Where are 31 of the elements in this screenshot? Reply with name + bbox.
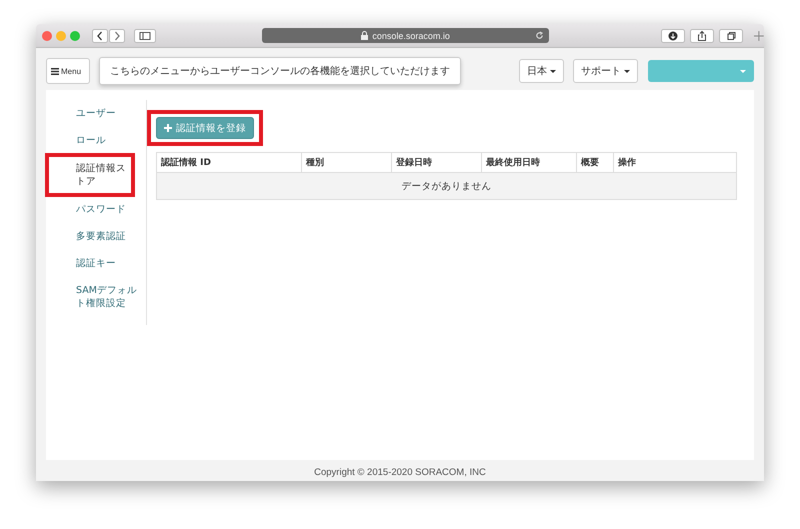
caret-icon: [550, 70, 556, 72]
download-icon[interactable]: [661, 28, 686, 42]
url-text: console.soracom.io: [372, 30, 450, 40]
sidebar-item[interactable]: 多要素認証: [58, 223, 146, 250]
sidebar-item[interactable]: SAMデフォルト権限設定: [58, 277, 146, 317]
copyright-text: Copyright © 2015-2020 SORACOM, INC: [313, 467, 487, 479]
caret-icon: [740, 70, 746, 72]
new-tab-icon[interactable]: [754, 30, 764, 40]
sidebar-item[interactable]: ロール: [58, 127, 146, 154]
back-icon[interactable]: [92, 28, 108, 42]
address-bar[interactable]: console.soracom.io: [262, 28, 550, 43]
plus-icon: [164, 124, 172, 132]
tooltip: こちらのメニューからユーザーコンソールの各機能を選択していただけます: [99, 57, 461, 85]
share-icon[interactable]: [690, 28, 714, 42]
close-icon[interactable]: [42, 30, 52, 40]
language-dropdown[interactable]: 日本: [519, 59, 564, 83]
reload-icon[interactable]: [535, 31, 544, 40]
sidebar-item[interactable]: ユーザー: [58, 100, 146, 127]
empty-message: データがありません: [157, 172, 736, 199]
menu-button[interactable]: Menu: [46, 58, 90, 84]
sidebar-item[interactable]: パスワード: [58, 196, 146, 223]
menu-icon: [51, 68, 59, 74]
forward-icon[interactable]: [109, 28, 125, 42]
caret-icon: [624, 70, 630, 72]
sidebar-item[interactable]: 認証キー: [58, 250, 146, 277]
support-dropdown[interactable]: サポート: [573, 59, 638, 83]
column-header: 操作: [617, 156, 637, 170]
lock-icon: [361, 31, 368, 40]
sidebar-item[interactable]: 認証情報ストア: [46, 154, 134, 196]
tabs-icon[interactable]: [719, 28, 744, 42]
sidebar-icon[interactable]: [134, 28, 156, 42]
